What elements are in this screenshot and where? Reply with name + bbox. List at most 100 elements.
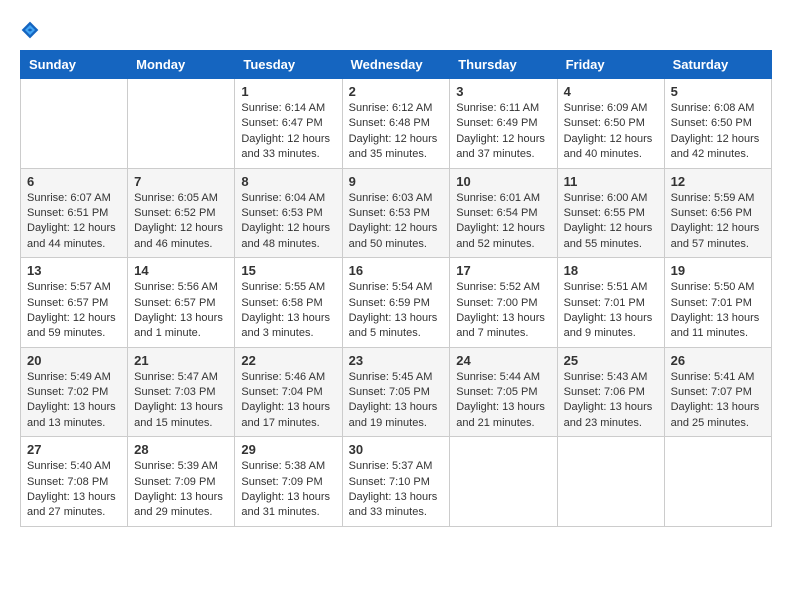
sunrise-text: Sunrise: 5:43 AM	[564, 371, 648, 383]
calendar-cell: 28Sunrise: 5:39 AMSunset: 7:09 PMDayligh…	[128, 437, 235, 527]
cell-info: Sunrise: 5:39 AMSunset: 7:09 PMDaylight:…	[134, 459, 228, 521]
calendar-cell	[128, 79, 235, 169]
sunset-text: Sunset: 7:05 PM	[349, 386, 430, 398]
daylight-text: Daylight: 12 hours and 42 minutes.	[671, 133, 760, 160]
sunrise-text: Sunrise: 5:51 AM	[564, 281, 648, 293]
daylight-text: Daylight: 12 hours and 46 minutes.	[134, 222, 223, 249]
sunrise-text: Sunrise: 6:08 AM	[671, 102, 755, 114]
cell-info: Sunrise: 6:12 AMSunset: 6:48 PMDaylight:…	[349, 101, 444, 163]
daylight-text: Daylight: 12 hours and 50 minutes.	[349, 222, 438, 249]
cell-info: Sunrise: 5:57 AM Sunset: 6:57 PM Daylight:…	[27, 280, 121, 342]
calendar-cell: 29 Sunrise: 5:38 AMSunset: 7:09 PMDayligh…	[235, 437, 342, 527]
sunset-text: Sunset: 7:02 PM	[27, 386, 108, 398]
sunrise-text: Sunrise: 6:12 AM	[349, 102, 433, 114]
calendar-week-row: 13Sunrise: 5:57 AMSunset: 6:57 PMDayligh…	[21, 258, 772, 348]
day-number: 26	[671, 353, 765, 368]
cell-info: Sunrise: 5:56 AMSunset: 6:57 PMDaylight:…	[134, 280, 228, 342]
calendar-cell	[450, 437, 557, 527]
cell-info: Sunrise: 5:46 AMSunset: 7:04 PMDaylight:…	[241, 370, 335, 432]
sunset-text: Sunset: 7:04 PM	[241, 386, 322, 398]
day-number: 8	[241, 174, 335, 189]
sunset-text: Sunset: 6:57 PM	[27, 297, 108, 309]
sunset-text: Sunset: 6:47 PM	[241, 117, 322, 129]
sunrise-text: Sunrise: 5:54 AM	[349, 281, 433, 293]
sunset-text: Sunset: 7:00 PM	[456, 297, 537, 309]
day-number: 9	[349, 174, 444, 189]
day-number: 24	[456, 353, 550, 368]
calendar-cell: 17Sunrise: 5:52 AMSunset: 7:00 PMDayligh…	[450, 258, 557, 348]
sunrise-text: Sunrise: 5:46 AM	[241, 371, 325, 383]
day-number: 27	[27, 442, 121, 457]
daylight-text: Daylight: 12 hours and 44 minutes.	[27, 222, 116, 249]
daylight-text: Daylight: 13 hours and 33 minutes.	[349, 491, 438, 518]
daylight-text: Daylight: 12 hours and 48 minutes.	[241, 222, 330, 249]
calendar-week-row: 27 Sunrise: 5:40 AMSunset: 7:08 PMDayligh…	[21, 437, 772, 527]
cell-info: Sunrise: 5:45 AMSunset: 7:05 PMDaylight:…	[349, 370, 444, 432]
sunset-text: Sunset: 6:55 PM	[564, 207, 645, 219]
cell-info: Sunrise: 5:40 AMSunset: 7:08 PMDaylight:…	[27, 459, 121, 521]
calendar-cell: 15 Sunrise: 5:55 AMSunset: 6:58 PMDayligh…	[235, 258, 342, 348]
calendar-cell: 16Sunrise: 5:54 AMSunset: 6:59 PMDayligh…	[342, 258, 450, 348]
sunset-text: Sunset: 6:58 PM	[241, 297, 322, 309]
calendar-cell: 22Sunrise: 5:46 AMSunset: 7:04 PMDayligh…	[235, 347, 342, 437]
day-number: 25	[564, 353, 658, 368]
calendar-cell: 23Sunrise: 5:45 AMSunset: 7:05 PMDayligh…	[342, 347, 450, 437]
sunset-text: Sunset: 6:54 PM	[456, 207, 537, 219]
calendar-cell: 19Sunrise: 5:50 AMSunset: 7:01 PMDayligh…	[664, 258, 771, 348]
sunset-text: Sunset: 7:01 PM	[564, 297, 645, 309]
weekday-header: Sunday	[21, 51, 128, 79]
calendar-week-row: 1Sunrise: 6:14 AMSunset: 6:47 PMDaylight…	[21, 79, 772, 169]
calendar-cell	[557, 437, 664, 527]
cell-info: Sunrise: 6:09 AMSunset: 6:50 PMDaylight:…	[564, 101, 658, 163]
sunrise-text: Sunrise: 5:52 AM	[456, 281, 540, 293]
sunset-text: Sunset: 6:56 PM	[671, 207, 752, 219]
daylight-text: Daylight: 12 hours and 59 minutes.	[27, 312, 116, 339]
cell-info: Sunrise: 5:51 AMSunset: 7:01 PMDaylight:…	[564, 280, 658, 342]
cell-info: Sunrise: 5:38 AMSunset: 7:09 PMDaylight:…	[241, 459, 335, 521]
sunset-text: Sunset: 6:51 PM	[27, 207, 108, 219]
calendar-week-row: 6Sunrise: 6:07 AMSunset: 6:51 PMDaylight…	[21, 168, 772, 258]
daylight-text: Daylight: 12 hours and 57 minutes.	[671, 222, 760, 249]
sunset-text: Sunset: 7:07 PM	[671, 386, 752, 398]
sunrise-text: Sunrise: 5:57 AM	[27, 281, 111, 293]
sunset-text: Sunset: 6:53 PM	[349, 207, 430, 219]
sunset-text: Sunset: 7:05 PM	[456, 386, 537, 398]
day-number: 14	[134, 263, 228, 278]
sunrise-text: Sunrise: 5:41 AM	[671, 371, 755, 383]
daylight-text: Daylight: 13 hours and 27 minutes.	[27, 491, 116, 518]
day-number: 15	[241, 263, 335, 278]
daylight-text: Daylight: 13 hours and 21 minutes.	[456, 401, 545, 428]
sunrise-text: Sunrise: 5:44 AM	[456, 371, 540, 383]
weekday-header: Saturday	[664, 51, 771, 79]
calendar-cell	[21, 79, 128, 169]
cell-info: Sunrise: 6:01 AMSunset: 6:54 PMDaylight:…	[456, 191, 550, 253]
calendar-header-row: SundayMondayTuesdayWednesdayThursdayFrid…	[21, 51, 772, 79]
calendar-cell: 26 Sunrise: 5:41 AM Sunset: 7:07 PM Dayligh…	[664, 347, 771, 437]
day-number: 29	[241, 442, 335, 457]
cell-info: Sunrise: 5:41 AM Sunset: 7:07 PM Daylight:…	[671, 370, 765, 432]
daylight-text: Daylight: 13 hours and 23 minutes.	[564, 401, 653, 428]
calendar-cell: 7Sunrise: 6:05 AMSunset: 6:52 PMDaylight…	[128, 168, 235, 258]
sunrise-text: Sunrise: 5:47 AM	[134, 371, 218, 383]
calendar-cell: 14 Sunrise: 5:56 AMSunset: 6:57 PMDayligh…	[128, 258, 235, 348]
calendar-cell: 10Sunrise: 6:01 AMSunset: 6:54 PMDayligh…	[450, 168, 557, 258]
cell-info: Sunrise: 5:55 AMSunset: 6:58 PMDaylight:…	[241, 280, 335, 342]
calendar-cell: 18Sunrise: 5:51 AMSunset: 7:01 PMDayligh…	[557, 258, 664, 348]
day-number: 4	[564, 84, 658, 99]
logo	[20, 20, 44, 40]
sunset-text: Sunset: 7:01 PM	[671, 297, 752, 309]
sunrise-text: Sunrise: 6:05 AM	[134, 192, 218, 204]
sunset-text: Sunset: 7:09 PM	[134, 476, 215, 488]
daylight-text: Daylight: 13 hours and 25 minutes.	[671, 401, 760, 428]
calendar-table: SundayMondayTuesdayWednesdayThursdayFrid…	[20, 50, 772, 527]
cell-info: Sunrise: 5:50 AMSunset: 7:01 PMDaylight:…	[671, 280, 765, 342]
day-number: 21	[134, 353, 228, 368]
sunrise-text: Sunrise: 6:07 AM	[27, 192, 111, 204]
sunrise-text: Sunrise: 6:00 AM	[564, 192, 648, 204]
daylight-text: Daylight: 13 hours and 15 minutes.	[134, 401, 223, 428]
sunrise-text: Sunrise: 5:45 AM	[349, 371, 433, 383]
daylight-text: Daylight: 13 hours and 29 minutes.	[134, 491, 223, 518]
cell-info: Sunrise: 6:11 AMSunset: 6:49 PMDaylight:…	[456, 101, 550, 163]
cell-info: Sunrise: 6:14 AMSunset: 6:47 PMDaylight:…	[241, 101, 335, 163]
sunrise-text: Sunrise: 6:01 AM	[456, 192, 540, 204]
